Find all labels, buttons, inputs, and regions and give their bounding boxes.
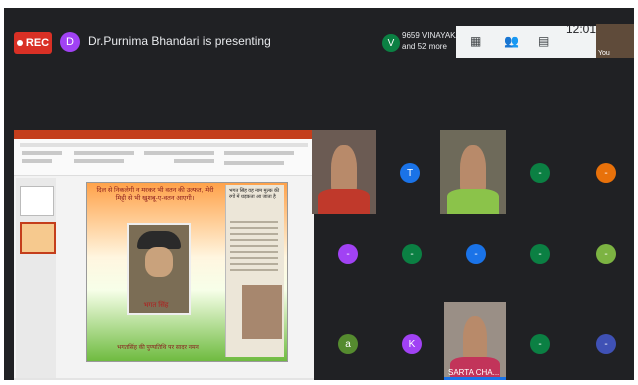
active-speaker-indicator bbox=[444, 377, 506, 380]
participant-name: 9659 VINAYAKA bbox=[402, 31, 461, 40]
slide-caption: भगतसिंह की पुण्यतिथि पर सादर नमन bbox=[117, 345, 199, 351]
participant-avatar-tile[interactable]: - bbox=[338, 244, 358, 264]
presenting-text: Dr.Purnima Bhandari is presenting bbox=[88, 34, 271, 48]
chat-icon[interactable]: ▤ bbox=[538, 34, 549, 48]
clock: 12:01 bbox=[566, 22, 597, 36]
ppt-status-bar bbox=[14, 378, 314, 380]
record-dot-icon bbox=[16, 40, 23, 46]
participant-avatar-tile[interactable]: - bbox=[466, 244, 486, 264]
slide-thumbnails bbox=[16, 178, 56, 378]
current-slide: दिल से निकलेगी न मरकर भी वतन की उल्फत, म… bbox=[86, 182, 288, 362]
participant-avatar-tile[interactable]: - bbox=[530, 163, 550, 183]
participant-avatar-tile[interactable]: K bbox=[402, 334, 422, 354]
active-speaker-name: SARTA CHA... bbox=[448, 368, 500, 377]
slide-quote: दिल से निकलेगी न मरकर भी वतन की उल्फत, म… bbox=[96, 187, 214, 202]
participant-avatar-tile[interactable]: - bbox=[402, 244, 422, 264]
rec-label: REC bbox=[25, 37, 50, 49]
participant-avatar[interactable]: V bbox=[382, 34, 400, 52]
slide-thumbnail-1[interactable] bbox=[20, 186, 54, 216]
ppt-ribbon bbox=[14, 139, 314, 176]
presenter-avatar: D bbox=[60, 32, 80, 52]
participant-more: and 52 more bbox=[402, 42, 447, 51]
participant-avatar-tile[interactable]: a bbox=[338, 334, 358, 354]
participant-avatar-tile[interactable]: - bbox=[596, 334, 616, 354]
participant-avatar-tile[interactable]: - bbox=[530, 244, 550, 264]
participant-video-tile[interactable] bbox=[312, 130, 376, 214]
shared-screen-powerpoint: दिल से निकलेगी न मरकर भी वतन की उल्फत, म… bbox=[14, 130, 314, 380]
participant-summary[interactable]: 9659 VINAYAKA and 52 more bbox=[402, 30, 461, 52]
participant-avatar-tile[interactable]: - bbox=[596, 244, 616, 264]
newspaper-headline: भगत सिंह वह नाम मुल्क की रगों में धड़कता… bbox=[229, 188, 280, 200]
participant-avatar-tile[interactable]: T bbox=[400, 163, 420, 183]
newspaper-photo bbox=[242, 285, 282, 339]
active-speaker-tile[interactable]: SARTA CHA... bbox=[444, 302, 506, 380]
ppt-title-bar bbox=[14, 130, 314, 139]
top-bar: REC D Dr.Purnima Bhandari is presenting … bbox=[4, 8, 634, 58]
meet-window: REC D Dr.Purnima Bhandari is presenting … bbox=[4, 8, 634, 380]
newspaper-clipping: भगत सिंह वह नाम मुल्क की रगों में धड़कता… bbox=[225, 185, 284, 357]
self-view-tile[interactable]: You bbox=[596, 24, 634, 58]
participant-grid: T - - - - - - - a K SARTA CHA... - - bbox=[312, 130, 634, 380]
people-icon[interactable]: 👥 bbox=[504, 34, 519, 48]
participant-avatar-tile[interactable]: - bbox=[530, 334, 550, 354]
participant-avatar-tile[interactable]: - bbox=[596, 163, 616, 183]
grid-layout-icon[interactable]: ▦ bbox=[470, 34, 481, 48]
you-label: You bbox=[598, 50, 610, 57]
participant-video-tile[interactable] bbox=[440, 130, 506, 214]
recording-badge[interactable]: REC bbox=[14, 32, 52, 54]
portrait-name: भगत सिंह bbox=[143, 302, 169, 309]
slide-thumbnail-2[interactable] bbox=[20, 222, 56, 254]
